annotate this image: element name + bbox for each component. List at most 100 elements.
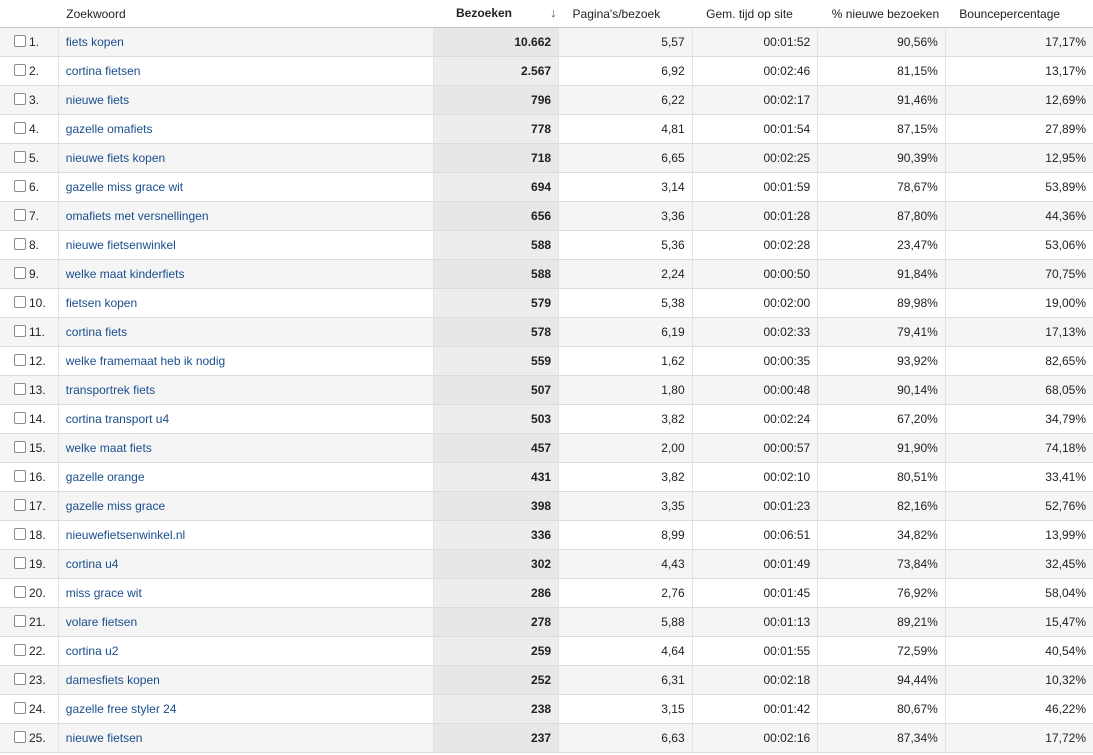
keyword-link[interactable]: fiets kopen (66, 35, 124, 49)
row-checkbox[interactable] (14, 296, 26, 308)
new-visits-cell: 93,92% (817, 346, 946, 376)
row-select-cell: 15. (0, 433, 59, 463)
row-checkbox[interactable] (14, 35, 26, 47)
row-select-cell: 22. (0, 636, 59, 666)
keyword-cell: gazelle miss grace wit (58, 172, 435, 202)
row-checkbox[interactable] (14, 412, 26, 424)
keyword-link[interactable]: cortina fietsen (66, 64, 141, 78)
row-rank: 7. (29, 209, 40, 223)
visits-cell: 259 (433, 636, 560, 666)
pages-per-visit-cell: 4,43 (558, 549, 693, 579)
avg-time-cell: 00:02:17 (692, 85, 819, 115)
keyword-cell: transportrek fiets (58, 375, 435, 405)
row-checkbox[interactable] (14, 325, 26, 337)
row-checkbox[interactable] (14, 615, 26, 627)
row-rank: 2. (29, 64, 40, 78)
keyword-cell: volare fietsen (58, 607, 435, 637)
header-new-visits[interactable]: % nieuwe bezoeken (817, 0, 946, 28)
keyword-cell: welke framemaat heb ik nodig (58, 346, 435, 376)
row-checkbox[interactable] (14, 238, 26, 250)
bounce-cell: 32,45% (945, 549, 1093, 579)
bounce-cell: 44,36% (945, 201, 1093, 231)
header-bounce[interactable]: Bouncepercentage (945, 0, 1093, 28)
keyword-link[interactable]: transportrek fiets (66, 383, 155, 397)
row-select-cell: 21. (0, 607, 59, 637)
row-checkbox[interactable] (14, 470, 26, 482)
keyword-link[interactable]: welke maat kinderfiets (66, 267, 185, 281)
keyword-link[interactable]: nieuwefietsenwinkel.nl (66, 528, 185, 542)
visits-cell: 579 (433, 288, 560, 318)
header-visits[interactable]: Bezoeken ↓ (433, 0, 559, 28)
row-checkbox[interactable] (14, 441, 26, 453)
bounce-cell: 52,76% (945, 491, 1093, 521)
row-checkbox[interactable] (14, 180, 26, 192)
new-visits-cell: 80,51% (817, 462, 946, 492)
keyword-link[interactable]: gazelle free styler 24 (66, 702, 177, 716)
header-avg-time[interactable]: Gem. tijd op site (692, 0, 818, 28)
pages-per-visit-cell: 1,62 (558, 346, 693, 376)
keyword-link[interactable]: nieuwe fiets kopen (66, 151, 165, 165)
keyword-link[interactable]: gazelle orange (66, 470, 145, 484)
row-select-cell: 3. (0, 85, 59, 115)
header-pages-per-visit[interactable]: Pagina's/bezoek (558, 0, 693, 28)
keyword-link[interactable]: gazelle miss grace (66, 499, 165, 513)
keyword-link[interactable]: volare fietsen (66, 615, 137, 629)
bounce-cell: 82,65% (945, 346, 1093, 376)
bounce-cell: 40,54% (945, 636, 1093, 666)
avg-time-cell: 00:00:57 (692, 433, 819, 463)
keyword-link[interactable]: gazelle miss grace wit (66, 180, 183, 194)
row-checkbox[interactable] (14, 557, 26, 569)
new-visits-cell: 79,41% (817, 317, 946, 347)
keyword-link[interactable]: cortina u2 (66, 644, 119, 658)
keyword-link[interactable]: nieuwe fiets (66, 93, 129, 107)
row-checkbox[interactable] (14, 499, 26, 511)
table-row: 21. volare fietsen 278 5,88 00:01:13 89,21% 15… (0, 607, 1093, 637)
row-rank: 19. (29, 557, 46, 571)
row-rank: 11. (29, 325, 45, 339)
visits-cell: 336 (433, 520, 560, 550)
keyword-link[interactable]: damesfiets kopen (66, 673, 160, 687)
row-select-cell: 6. (0, 172, 59, 202)
bounce-cell: 34,79% (945, 404, 1093, 434)
row-checkbox[interactable] (14, 122, 26, 134)
row-checkbox[interactable] (14, 731, 26, 743)
row-checkbox[interactable] (14, 673, 26, 685)
row-checkbox[interactable] (14, 267, 26, 279)
keyword-link[interactable]: omafiets met versnellingen (66, 209, 209, 223)
keyword-link[interactable]: cortina u4 (66, 557, 119, 571)
row-select-cell: 1. (0, 27, 59, 57)
keyword-link[interactable]: cortina fiets (66, 325, 127, 339)
table-row: 2. cortina fietsen 2.567 6,92 00:02:46 81,15%… (0, 56, 1093, 86)
bounce-cell: 13,17% (945, 56, 1093, 86)
keyword-link[interactable]: nieuwe fietsenwinkel (66, 238, 176, 252)
row-checkbox[interactable] (14, 354, 26, 366)
sort-descending-icon[interactable]: ↓ (550, 5, 557, 20)
row-checkbox[interactable] (14, 702, 26, 714)
avg-time-cell: 00:01:52 (692, 27, 819, 57)
row-checkbox[interactable] (14, 209, 26, 221)
keyword-link[interactable]: nieuwe fietsen (66, 731, 143, 745)
pages-per-visit-cell: 2,24 (558, 259, 693, 289)
row-checkbox[interactable] (14, 586, 26, 598)
avg-time-cell: 00:01:42 (692, 694, 819, 724)
header-keyword[interactable]: Zoekwoord (58, 0, 434, 28)
visits-cell: 778 (433, 114, 560, 144)
bounce-cell: 10,32% (945, 665, 1093, 695)
row-checkbox[interactable] (14, 383, 26, 395)
keyword-link[interactable]: welke maat fiets (66, 441, 152, 455)
row-checkbox[interactable] (14, 151, 26, 163)
keyword-link[interactable]: miss grace wit (66, 586, 142, 600)
keyword-link[interactable]: gazelle omafiets (66, 122, 153, 136)
row-checkbox[interactable] (14, 93, 26, 105)
pages-per-visit-cell: 3,82 (558, 404, 693, 434)
row-checkbox[interactable] (14, 64, 26, 76)
row-checkbox[interactable] (14, 528, 26, 540)
visits-cell: 286 (433, 578, 560, 608)
table-row: 20. miss grace wit 286 2,76 00:01:45 76,92% 58… (0, 578, 1093, 608)
keyword-link[interactable]: cortina transport u4 (66, 412, 169, 426)
keyword-link[interactable]: fietsen kopen (66, 296, 137, 310)
bounce-cell: 53,06% (945, 230, 1093, 260)
keyword-link[interactable]: welke framemaat heb ik nodig (66, 354, 225, 368)
row-checkbox[interactable] (14, 644, 26, 656)
visits-cell: 694 (433, 172, 560, 202)
